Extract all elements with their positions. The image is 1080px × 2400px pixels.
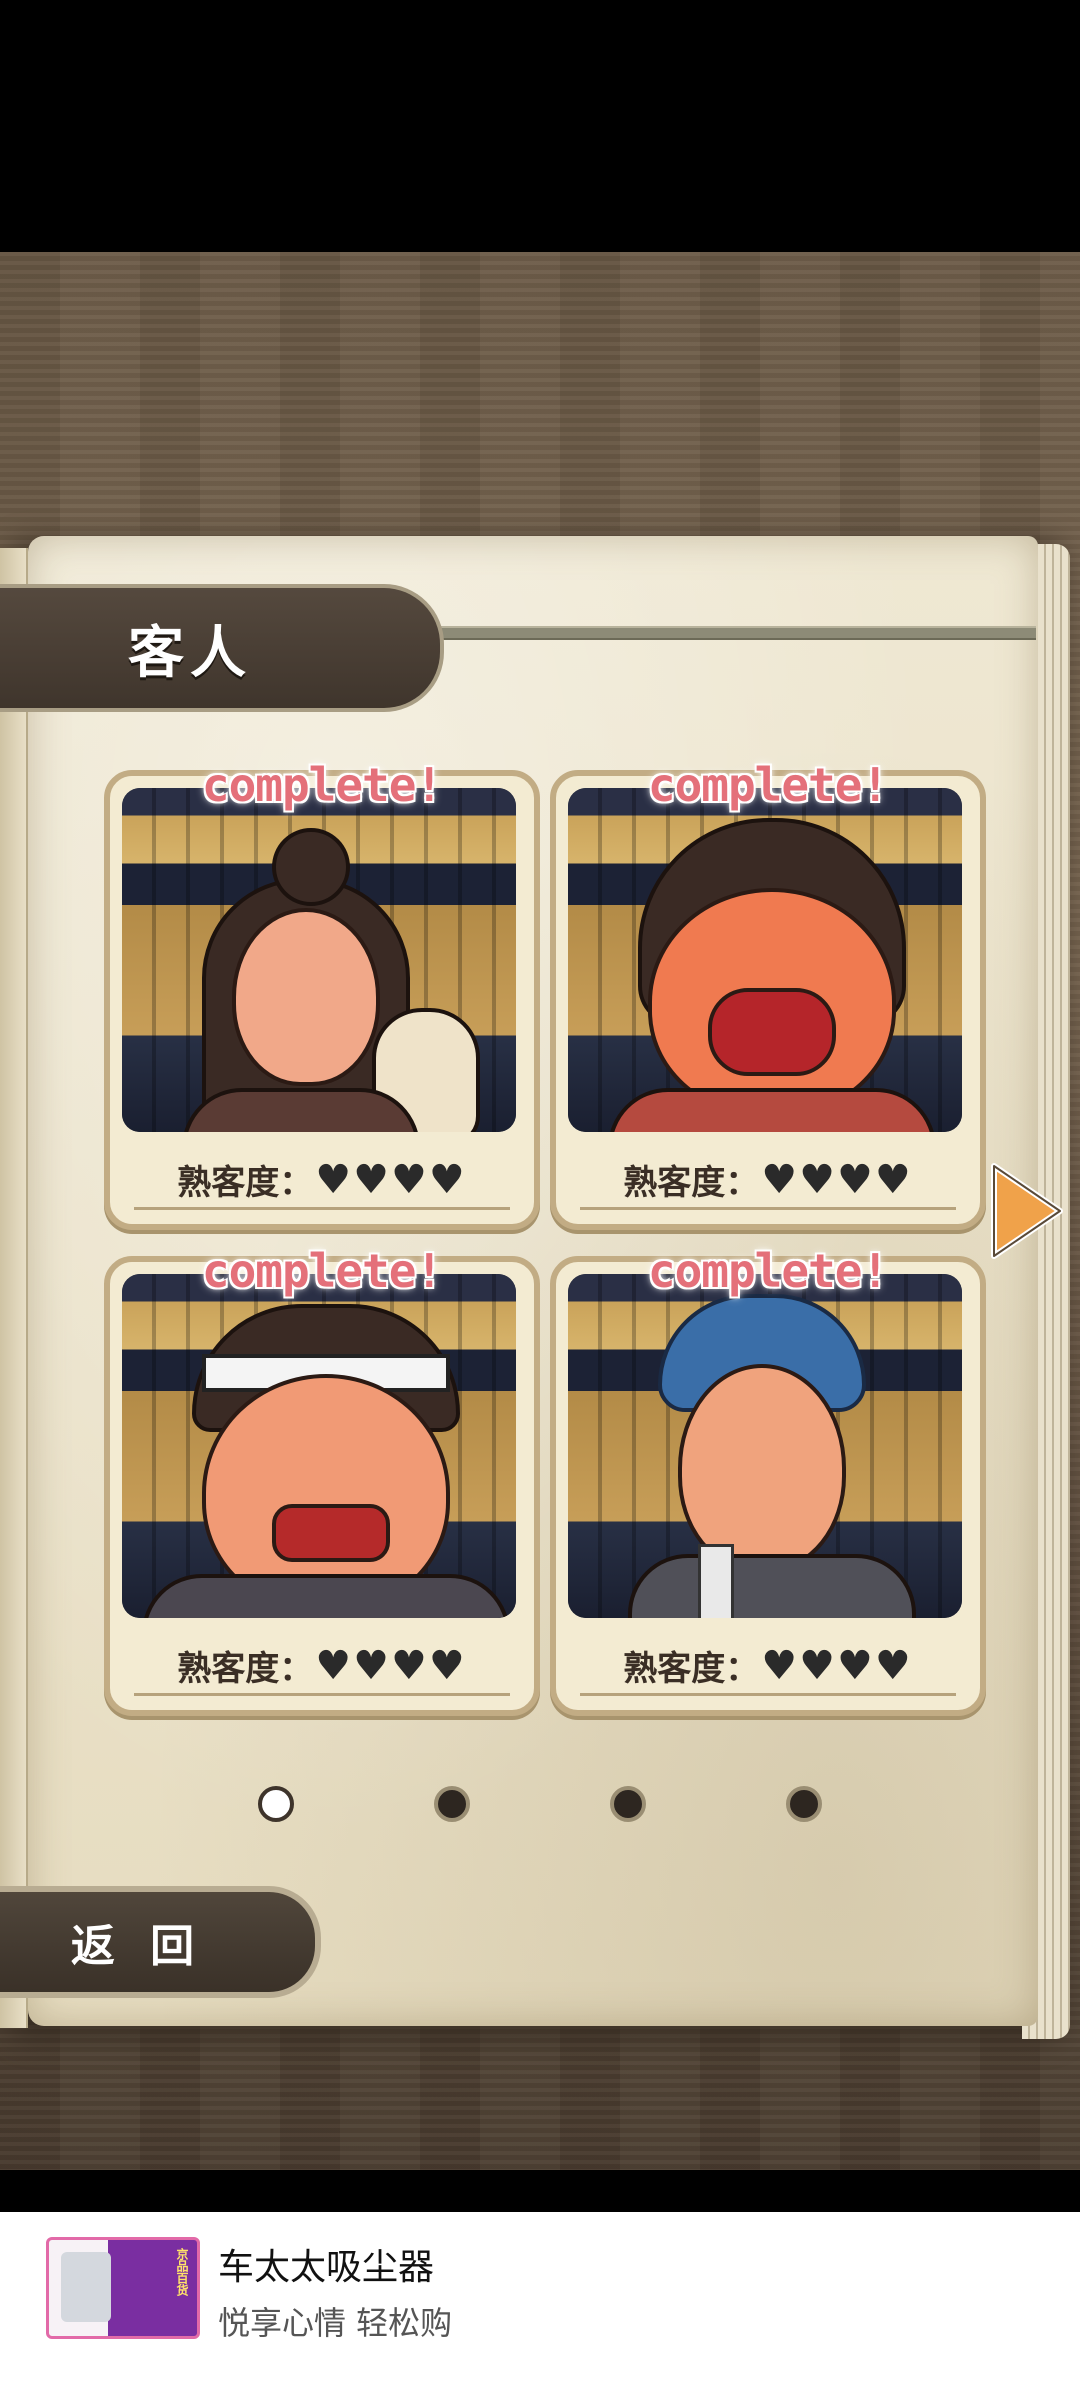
vacuum-product-icon: [61, 2252, 111, 2322]
customer-portrait: [568, 1274, 962, 1618]
customer-portrait: [568, 788, 962, 1132]
next-page-arrow-icon[interactable]: [986, 1160, 1066, 1262]
ad-banner[interactable]: 京品百货 车太太吸尘器 悦享心情 轻松购: [0, 2212, 1080, 2400]
familiarity-label: 熟客度：: [623, 1163, 760, 1203]
customer-card-3[interactable]: complete! 熟客度： ♥♥♥♥: [104, 1244, 540, 1716]
heart-icons: ♥♥♥♥: [761, 1156, 913, 1203]
page-dot-2[interactable]: [434, 1786, 470, 1822]
heart-icons: ♥♥♥♥: [761, 1642, 913, 1689]
customer-card-1[interactable]: complete! 熟客度： ♥♥♥♥: [104, 758, 540, 1230]
card-underline: [134, 1693, 510, 1696]
complete-label: complete!: [647, 1244, 889, 1298]
page-dot-4[interactable]: [786, 1786, 822, 1822]
complete-label: complete!: [647, 758, 889, 812]
card-underline: [134, 1207, 510, 1210]
ad-thumb-badge: 京品百货: [175, 2248, 189, 2296]
customer-portrait: [122, 1274, 516, 1618]
familiarity-row: 熟客度： ♥♥♥♥: [110, 1641, 534, 1690]
complete-label: complete!: [201, 1244, 443, 1298]
heart-icons: ♥♥♥♥: [315, 1156, 467, 1203]
top-black-bar: [0, 0, 1080, 252]
card-underline: [580, 1207, 956, 1210]
ad-subtitle: 悦享心情 轻松购: [218, 2304, 453, 2342]
page-dot-1[interactable]: [258, 1786, 294, 1822]
complete-label: complete!: [201, 758, 443, 812]
ad-thumbnail[interactable]: 京品百货: [46, 2237, 200, 2339]
card-underline: [580, 1693, 956, 1696]
heart-icons: ♥♥♥♥: [315, 1642, 467, 1689]
customer-card-2[interactable]: complete! 熟客度： ♥♥♥♥: [550, 758, 986, 1230]
section-title-tab: 客人: [0, 584, 444, 712]
page-dot-3[interactable]: [610, 1786, 646, 1822]
familiarity-row: 熟客度： ♥♥♥♥: [556, 1641, 980, 1690]
familiarity-label: 熟客度：: [177, 1163, 314, 1203]
section-title: 客人: [128, 620, 252, 686]
familiarity-label: 熟客度：: [177, 1649, 314, 1689]
familiarity-row: 熟客度： ♥♥♥♥: [110, 1155, 534, 1204]
customer-portrait: [122, 788, 516, 1132]
familiarity-row: 熟客度： ♥♥♥♥: [556, 1155, 980, 1204]
ad-title[interactable]: 车太太吸尘器: [218, 2238, 434, 2290]
customer-card-4[interactable]: complete! 熟客度： ♥♥♥♥: [550, 1244, 986, 1716]
back-button[interactable]: 返 回: [0, 1886, 321, 1998]
familiarity-label: 熟客度：: [623, 1649, 760, 1689]
title-divider: [440, 626, 1036, 640]
back-button-label: 返 回: [70, 1921, 205, 1972]
page-indicator: [0, 1786, 1080, 1826]
